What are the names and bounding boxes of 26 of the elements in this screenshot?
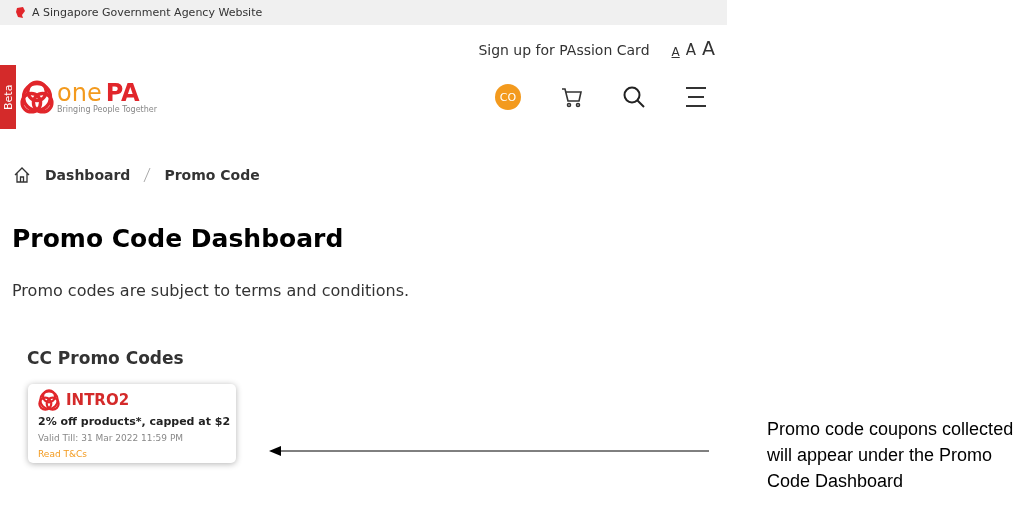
search-icon[interactable] [623,86,645,108]
breadcrumb-link[interactable]: Dashboard [45,167,131,183]
logo-tagline: Bringing People Together [57,104,158,114]
gov-agency-text: A Singapore Government Agency Website [32,6,263,19]
intro-text: Promo codes are subject to terms and conditions. [12,281,411,300]
menu-icon[interactable] [685,86,707,108]
logo-knot-icon [20,80,54,114]
font-size-button[interactable]: A [671,46,680,58]
font-size-button[interactable]: A [702,39,715,58]
logo-pa-text: PA [105,80,140,105]
section-heading: CC Promo Codes [27,348,185,368]
knot-icon [38,389,60,411]
breadcrumb-link[interactable]: Promo Code [164,167,260,183]
home-icon[interactable] [13,166,31,184]
separator-icon [142,167,153,183]
beta-tab[interactable]: Beta [0,65,16,129]
annotation-text: Promo code coupons collected will appear under the Promo Code Dashboard [767,418,1015,493]
page-title: Promo Code Dashboard [12,224,345,253]
validity-text: Valid Till: 31 Mar 2022 11:59 PM [38,433,185,443]
coupon-description: 2% off products*, capped at $2 [38,415,232,428]
cart-icon[interactable] [561,86,583,108]
signup-link[interactable]: Sign up for PAssion Card [478,42,650,58]
font-size-button[interactable]: A [685,43,696,58]
promo-code: INTRO2 [66,391,130,409]
logo-one-text: one [57,80,102,105]
coupon-card[interactable]: INTRO2 2% off products*, capped at $2 Valid Till: 31 Mar 2022 11:59 PM Read T&Cs [28,384,236,463]
